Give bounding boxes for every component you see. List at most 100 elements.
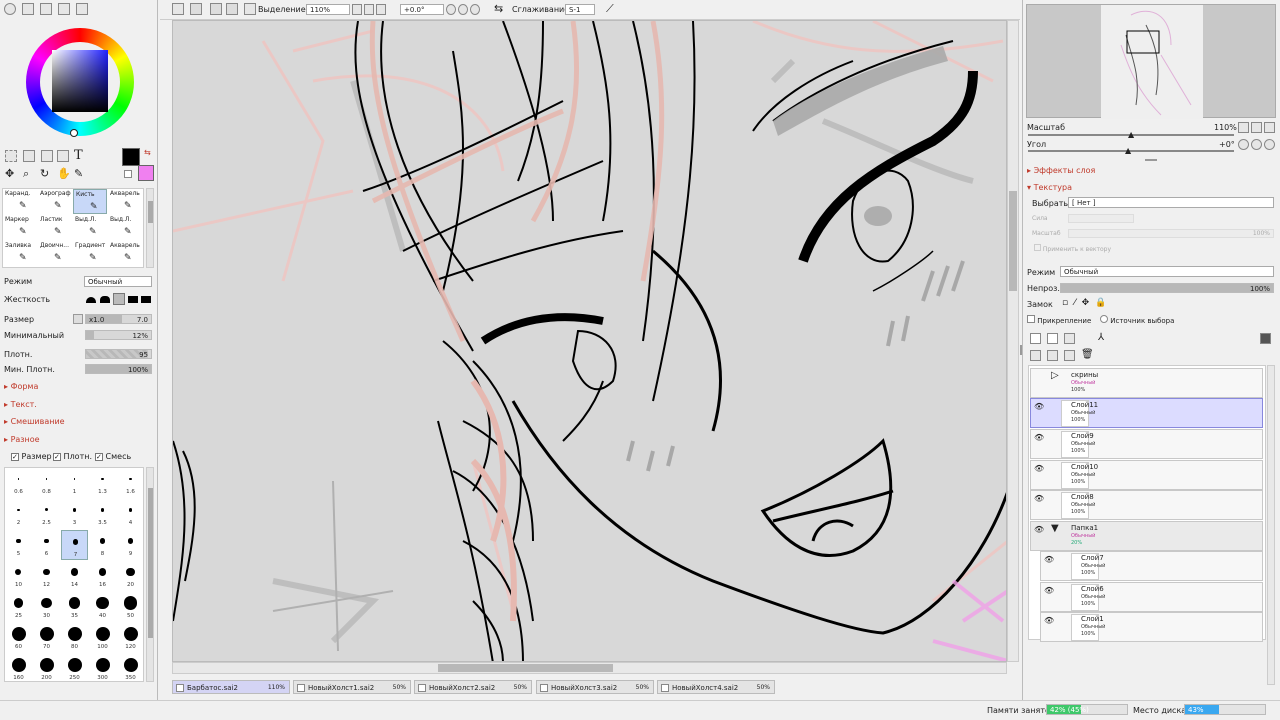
layer-effects-toggle[interactable]: ▸ Эффекты слоя xyxy=(1027,166,1095,175)
panel-options-icon[interactable] xyxy=(1260,333,1271,344)
brush-size-cell[interactable]: 50 xyxy=(117,592,144,622)
invert-selection-icon[interactable] xyxy=(226,3,238,15)
canvas-hscrollbar[interactable] xyxy=(172,662,1007,674)
brush-size-cell[interactable]: 120 xyxy=(117,623,144,653)
swap-colors-icon[interactable]: ⇆ xyxy=(144,148,151,157)
brush-size-cell[interactable]: 30 xyxy=(33,592,60,622)
move-icon[interactable]: ✥ xyxy=(5,167,14,180)
canvas-area[interactable] xyxy=(172,20,1007,662)
brush-size-cell[interactable]: 0.6 xyxy=(5,468,32,498)
hue-marker[interactable] xyxy=(70,129,78,137)
copy-layer-icon[interactable] xyxy=(1030,350,1041,361)
rotate-icon[interactable]: ↻ xyxy=(40,167,49,180)
color-wheel-icon[interactable] xyxy=(4,3,16,15)
brush-tool-cell[interactable]: Аэрограф ✎ xyxy=(38,189,72,214)
tab-2[interactable]: НовыйХолст2.sai2 50% xyxy=(414,680,532,694)
brush-size-cell[interactable]: 14 xyxy=(61,561,88,591)
brush-tool-cell[interactable]: Кисть ✎ xyxy=(73,189,107,214)
brush-size-cell[interactable]: 300 xyxy=(89,654,116,684)
tab-4[interactable]: НовыйХолст4.sai2 50% xyxy=(657,680,775,694)
primary-color-swatch[interactable] xyxy=(122,148,140,166)
brush-size-cell[interactable]: 350 xyxy=(117,654,144,684)
color-square[interactable] xyxy=(52,50,108,112)
hardness-shape-5[interactable] xyxy=(141,296,151,303)
brush-tool-cell[interactable]: Двоичн... ✎ xyxy=(38,241,72,266)
brush-tool-cell[interactable]: Акварель ✎ xyxy=(108,241,142,266)
text-tool-icon[interactable]: T xyxy=(74,148,83,163)
hardness-shape-2[interactable] xyxy=(100,296,110,303)
layer-row[interactable]: 👁 Слой1 Обычный 100% xyxy=(1040,612,1263,642)
hardness-shape-3[interactable] xyxy=(113,293,125,305)
rotate-left-icon[interactable] xyxy=(446,4,456,15)
brush-size-cell[interactable]: 160 xyxy=(5,654,32,684)
nav-zoom-out-icon[interactable] xyxy=(1238,122,1249,133)
check-blend[interactable]: ✓ Смесь xyxy=(95,452,131,461)
size-mult-select[interactable] xyxy=(73,314,83,324)
brush-size-cell[interactable]: 9 xyxy=(117,530,144,560)
folder-expand-icon[interactable]: ▼ xyxy=(1051,523,1063,550)
brush-size-cell[interactable]: 1 xyxy=(61,468,88,498)
brush-size-cell[interactable]: 200 xyxy=(33,654,60,684)
zoom-out-icon[interactable] xyxy=(352,4,362,15)
layer-mask-icon[interactable]: ⅄ xyxy=(1098,332,1104,343)
texture-toggle[interactable]: ▾ Текстура xyxy=(1027,183,1072,192)
density-slider[interactable]: 95 xyxy=(85,349,152,359)
grid-icon[interactable] xyxy=(58,3,70,15)
brush-tool-cell[interactable]: Ластик ✎ xyxy=(38,215,72,240)
visibility-eye-icon[interactable] xyxy=(1034,372,1046,384)
brush-size-cell[interactable]: 0.8 xyxy=(33,468,60,498)
new-vector-layer-icon[interactable] xyxy=(1047,333,1058,344)
brush-size-cell[interactable]: 2.5 xyxy=(33,499,60,529)
brush-size-cell[interactable]: 5 xyxy=(5,530,32,560)
swatch-icon[interactable] xyxy=(76,3,88,15)
deselect-icon[interactable] xyxy=(210,3,222,15)
visibility-eye-icon[interactable]: 👁 xyxy=(1044,555,1056,567)
nav-angle-thumb[interactable]: ▲ xyxy=(1125,146,1131,155)
apply-vector-check[interactable]: Применить к вектору xyxy=(1034,244,1111,253)
clipping-check[interactable]: Прикрепление xyxy=(1027,315,1091,325)
layer-opacity-slider[interactable]: 100% xyxy=(1060,283,1274,293)
zoom-icon[interactable]: ⌕ xyxy=(23,167,29,181)
layer-row[interactable]: 👁 Слой8 Обычный 100% xyxy=(1030,490,1263,520)
clear-layer-icon[interactable] xyxy=(1064,350,1075,361)
hand-icon[interactable]: ✋ xyxy=(57,167,71,180)
rotate-reset-icon[interactable] xyxy=(470,4,480,15)
nav-zoom-in-icon[interactable] xyxy=(1251,122,1262,133)
texture-select[interactable]: [ Нет ] xyxy=(1068,197,1274,208)
brush-size-cell[interactable]: 70 xyxy=(33,623,60,653)
brush-size-cell[interactable]: 3.5 xyxy=(89,499,116,529)
brush-size-cell[interactable]: 35 xyxy=(61,592,88,622)
visibility-eye-icon[interactable]: 👁 xyxy=(1034,433,1046,445)
tab-0[interactable]: Барбатос.sai2 110% xyxy=(172,680,290,694)
layers-scrollbar[interactable] xyxy=(1267,365,1275,685)
rect-select-icon[interactable] xyxy=(5,150,17,162)
zoom-in-icon[interactable] xyxy=(364,4,374,15)
zoom-reset-icon[interactable] xyxy=(376,4,386,15)
layer-row[interactable]: 👁 Слой11 Обычный 100% xyxy=(1030,398,1263,428)
layer-folder-row[interactable]: 👁 ▼ Папка1 Обычный 20% xyxy=(1030,521,1263,551)
brush-tool-cell[interactable]: Маркер ✎ xyxy=(3,215,37,240)
brush-size-cell[interactable]: 6 xyxy=(33,530,60,560)
check-size[interactable]: ✓ Размер xyxy=(11,452,52,461)
transparent-color-icon[interactable] xyxy=(124,170,132,178)
brush-size-cell[interactable]: 10 xyxy=(5,561,32,591)
visibility-eye-icon[interactable]: 👁 xyxy=(1044,616,1056,628)
new-layer-icon[interactable] xyxy=(1030,333,1041,344)
zoom-select[interactable]: 110% xyxy=(306,4,350,15)
brush-size-cell[interactable]: 250 xyxy=(61,654,88,684)
canvas-vscrollbar[interactable] xyxy=(1007,20,1019,662)
new-folder-icon[interactable] xyxy=(1064,333,1075,344)
nav-scale-thumb[interactable]: ▲ xyxy=(1128,130,1134,139)
ruler-icon[interactable]: ⟋ xyxy=(606,2,614,16)
brush-size-cell[interactable]: 40 xyxy=(89,592,116,622)
brush-tool-cell[interactable]: Акварель ✎ xyxy=(108,189,142,214)
nav-zoom-reset-icon[interactable] xyxy=(1264,122,1275,133)
eyedropper-icon[interactable]: ✎ xyxy=(74,167,83,180)
brush-tool-cell[interactable]: Каранд. ✎ xyxy=(3,189,37,214)
brush-size-cell[interactable]: 25 xyxy=(5,592,32,622)
layer-mode-select[interactable]: Обычный xyxy=(1060,266,1274,277)
navigator-preview[interactable] xyxy=(1026,4,1276,119)
magic-wand-icon[interactable] xyxy=(41,150,53,162)
brush-size-cell[interactable]: 7 xyxy=(61,530,88,560)
redo-icon[interactable] xyxy=(190,3,202,15)
